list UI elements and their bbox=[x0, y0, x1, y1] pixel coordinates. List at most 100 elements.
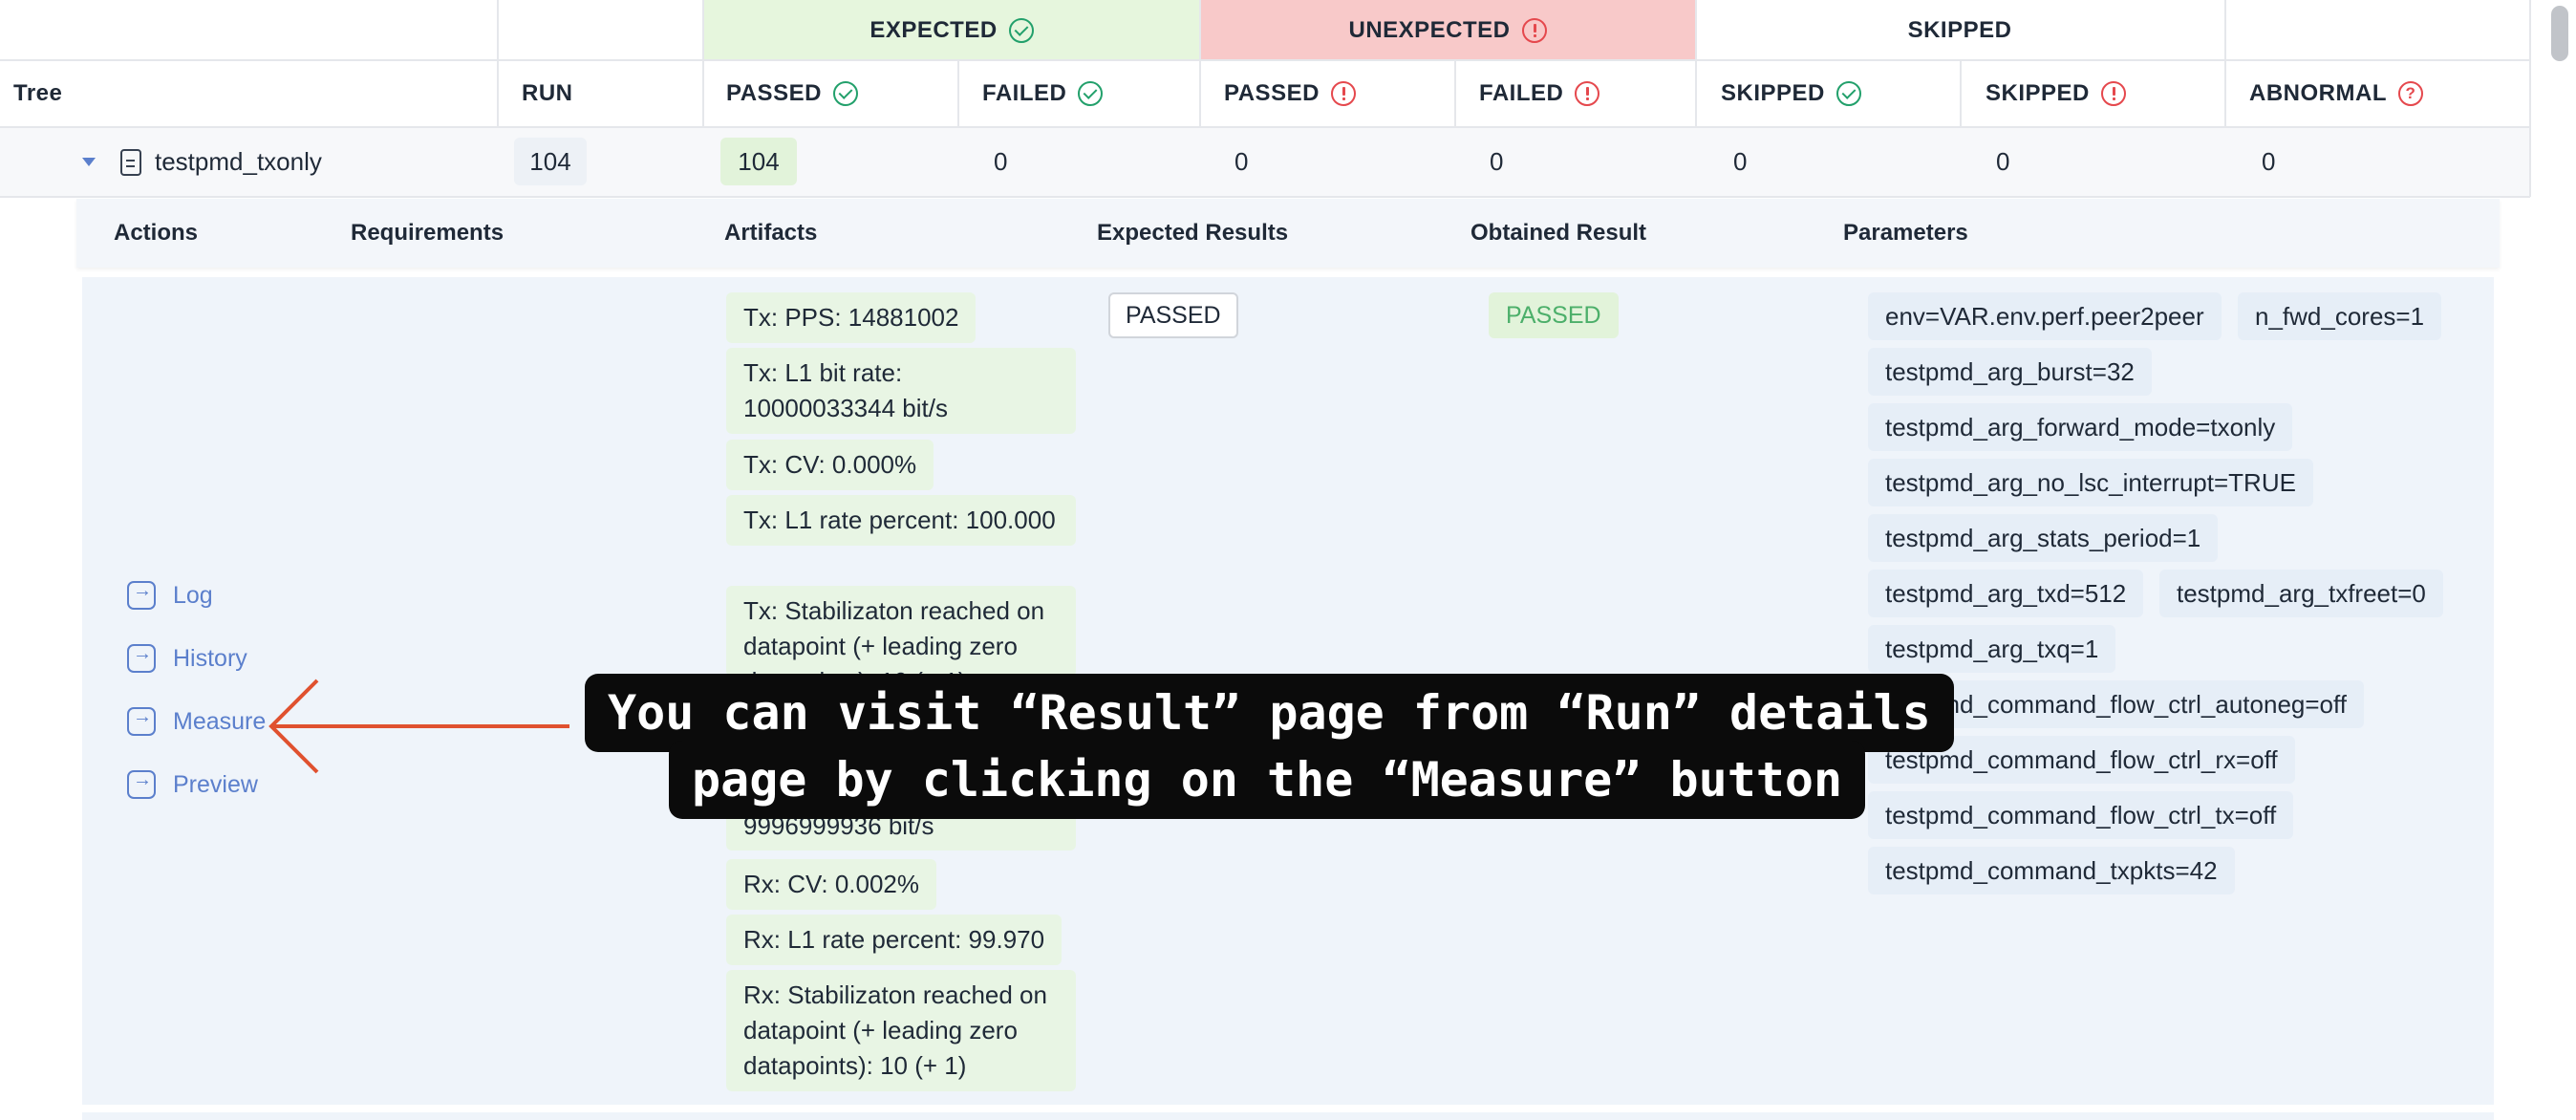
column-header-run-label: RUN bbox=[522, 80, 573, 106]
log-button[interactable]: Log bbox=[127, 579, 213, 612]
column-header-failed-expected-label: FAILED bbox=[982, 80, 1067, 106]
scrollbar-track[interactable] bbox=[2545, 0, 2576, 1120]
artifact-item: Tx: CV: 0.000% bbox=[726, 440, 934, 490]
run-count-value: 104 bbox=[529, 146, 571, 176]
column-header-abnormal[interactable]: ABNORMAL ? bbox=[2249, 60, 2517, 127]
abnormal-cell: 0 bbox=[2262, 128, 2275, 196]
arrow-left-icon bbox=[268, 678, 569, 774]
details-header-parameters-label: Parameters bbox=[1843, 220, 1968, 246]
parameter-tag: testpmd_command_txpkts=42 bbox=[1868, 847, 2235, 894]
column-header-run[interactable]: RUN bbox=[522, 60, 703, 127]
passed-expected-cell[interactable]: 104 bbox=[720, 138, 797, 185]
measure-button[interactable]: Measure bbox=[127, 705, 266, 738]
expected-result-badge: PASSED bbox=[1108, 292, 1238, 338]
tree-node[interactable]: testpmd_txonly bbox=[82, 128, 493, 196]
skipped-group-header: SKIPPED bbox=[1695, 0, 2224, 60]
history-icon bbox=[127, 643, 156, 673]
overlay-caption-line-2: page by clicking on the “Measure” button bbox=[669, 741, 1866, 819]
passed-unexpected-cell: 0 bbox=[1234, 128, 1248, 196]
warning-circle-icon bbox=[2100, 81, 2126, 106]
column-header-abnormal-label: ABNORMAL bbox=[2249, 80, 2387, 106]
column-header-skipped-expected-label: SKIPPED bbox=[1721, 80, 1825, 106]
details-header-obtained-result-label: Obtained Result bbox=[1470, 220, 1647, 246]
warning-circle-icon bbox=[1521, 17, 1547, 43]
parameter-tag: testpmd_arg_burst=32 bbox=[1868, 348, 2152, 396]
measure-icon bbox=[127, 706, 156, 736]
skipped-group-label: SKIPPED bbox=[1907, 16, 2012, 43]
artifact-item: Rx: Stabilizaton reached on datapoint (+… bbox=[726, 970, 1076, 1091]
parameter-tag: testpmd_arg_forward_mode=txonly bbox=[1868, 403, 2293, 451]
details-header-obtained-result: Obtained Result bbox=[1470, 199, 1646, 268]
parameter-tag: testpmd_arg_no_lsc_interrupt=TRUE bbox=[1868, 459, 2313, 506]
question-circle-icon: ? bbox=[2397, 81, 2423, 106]
history-button[interactable]: History bbox=[127, 642, 247, 675]
artifact-item: Rx: L1 rate percent: 99.970 bbox=[726, 915, 1063, 965]
preview-button[interactable]: Preview bbox=[127, 768, 258, 801]
warning-circle-icon bbox=[1575, 81, 1600, 106]
column-header-failed-expected[interactable]: FAILED bbox=[982, 60, 1192, 127]
artifact-item: Rx: CV: 0.002% bbox=[726, 859, 937, 910]
unexpected-group-label: UNEXPECTED bbox=[1348, 16, 1511, 43]
log-icon bbox=[127, 580, 156, 610]
check-circle-icon bbox=[1078, 81, 1104, 106]
check-circle-icon bbox=[1835, 81, 1861, 106]
column-header-tree[interactable]: Tree bbox=[13, 60, 491, 127]
column-header-failed-unexpected[interactable]: FAILED bbox=[1479, 60, 1689, 127]
skipped-expected-cell: 0 bbox=[1733, 128, 1747, 196]
obtained-result-badge: PASSED bbox=[1489, 292, 1619, 338]
passed-unexpected-value: 0 bbox=[1234, 147, 1249, 176]
skipped-unexpected-value: 0 bbox=[1996, 147, 2010, 176]
divider bbox=[2529, 0, 2531, 197]
preview-label: Preview bbox=[173, 770, 258, 798]
check-circle-icon bbox=[1008, 17, 1034, 43]
tree-node-label: testpmd_txonly bbox=[155, 147, 322, 176]
divider bbox=[0, 59, 2530, 61]
details-header-actions-label: Actions bbox=[114, 220, 199, 246]
details-panel-next bbox=[82, 1112, 2494, 1120]
details-header-expected-results: Expected Results bbox=[1097, 199, 1288, 268]
details-header-parameters: Parameters bbox=[1843, 199, 1968, 268]
failed-expected-cell: 0 bbox=[994, 128, 1007, 196]
column-header-skipped-unexpected-label: SKIPPED bbox=[1986, 80, 2090, 106]
column-header-passed-unexpected[interactable]: PASSED bbox=[1224, 60, 1434, 127]
passed-expected-value: 104 bbox=[738, 146, 780, 176]
column-header-passed-expected[interactable]: PASSED bbox=[726, 60, 955, 127]
unexpected-group-header: UNEXPECTED bbox=[1200, 0, 1695, 60]
failed-unexpected-value: 0 bbox=[1490, 147, 1504, 176]
parameter-tag: n_fwd_cores=1 bbox=[2238, 292, 2442, 340]
parameter-tag: testpmd_arg_stats_period=1 bbox=[1868, 514, 2219, 562]
details-header-actions: Actions bbox=[114, 199, 198, 268]
parameter-tag: testpmd_command_flow_ctrl_tx=off bbox=[1868, 791, 2294, 839]
details-header-requirements-label: Requirements bbox=[351, 220, 504, 246]
skipped-unexpected-cell: 0 bbox=[1996, 128, 2009, 196]
preview-icon bbox=[127, 769, 156, 799]
file-icon bbox=[120, 148, 141, 176]
run-count-cell[interactable]: 104 bbox=[514, 138, 587, 185]
artifact-item: Tx: PPS: 14881002 bbox=[726, 292, 977, 343]
details-header-expected-results-label: Expected Results bbox=[1097, 220, 1289, 246]
parameter-tag: testpmd_arg_txq=1 bbox=[1868, 625, 2116, 673]
abnormal-value: 0 bbox=[2262, 147, 2276, 176]
expected-group-header: EXPECTED bbox=[703, 0, 1200, 60]
artifact-item: Tx: L1 bit rate: 10000033344 bit/s bbox=[726, 348, 1076, 434]
column-header-passed-expected-label: PASSED bbox=[726, 80, 822, 106]
skipped-expected-value: 0 bbox=[1733, 147, 1748, 176]
parameter-tag: testpmd_arg_txfreet=0 bbox=[2159, 570, 2443, 617]
details-header-artifacts: Artifacts bbox=[724, 199, 817, 268]
failed-unexpected-cell: 0 bbox=[1490, 128, 1503, 196]
history-label: History bbox=[173, 644, 247, 672]
column-header-skipped-expected[interactable]: SKIPPED bbox=[1721, 60, 1950, 127]
column-header-skipped-unexpected[interactable]: SKIPPED bbox=[1986, 60, 2215, 127]
parameter-tag: env=VAR.env.perf.peer2peer bbox=[1868, 292, 2222, 340]
artifact-item: Tx: L1 rate percent: 100.000 bbox=[726, 495, 1076, 546]
parameter-tag: testpmd_arg_txd=512 bbox=[1868, 570, 2144, 617]
scrollbar-thumb[interactable] bbox=[2551, 6, 2568, 61]
details-header-requirements: Requirements bbox=[351, 199, 504, 268]
column-header-tree-label: Tree bbox=[13, 80, 63, 106]
caret-down-icon[interactable] bbox=[82, 158, 96, 166]
warning-circle-icon bbox=[1330, 81, 1356, 106]
details-header-artifacts-label: Artifacts bbox=[724, 220, 818, 246]
column-header-passed-unexpected-label: PASSED bbox=[1224, 80, 1320, 106]
check-circle-icon bbox=[832, 81, 858, 106]
divider bbox=[0, 196, 2530, 198]
